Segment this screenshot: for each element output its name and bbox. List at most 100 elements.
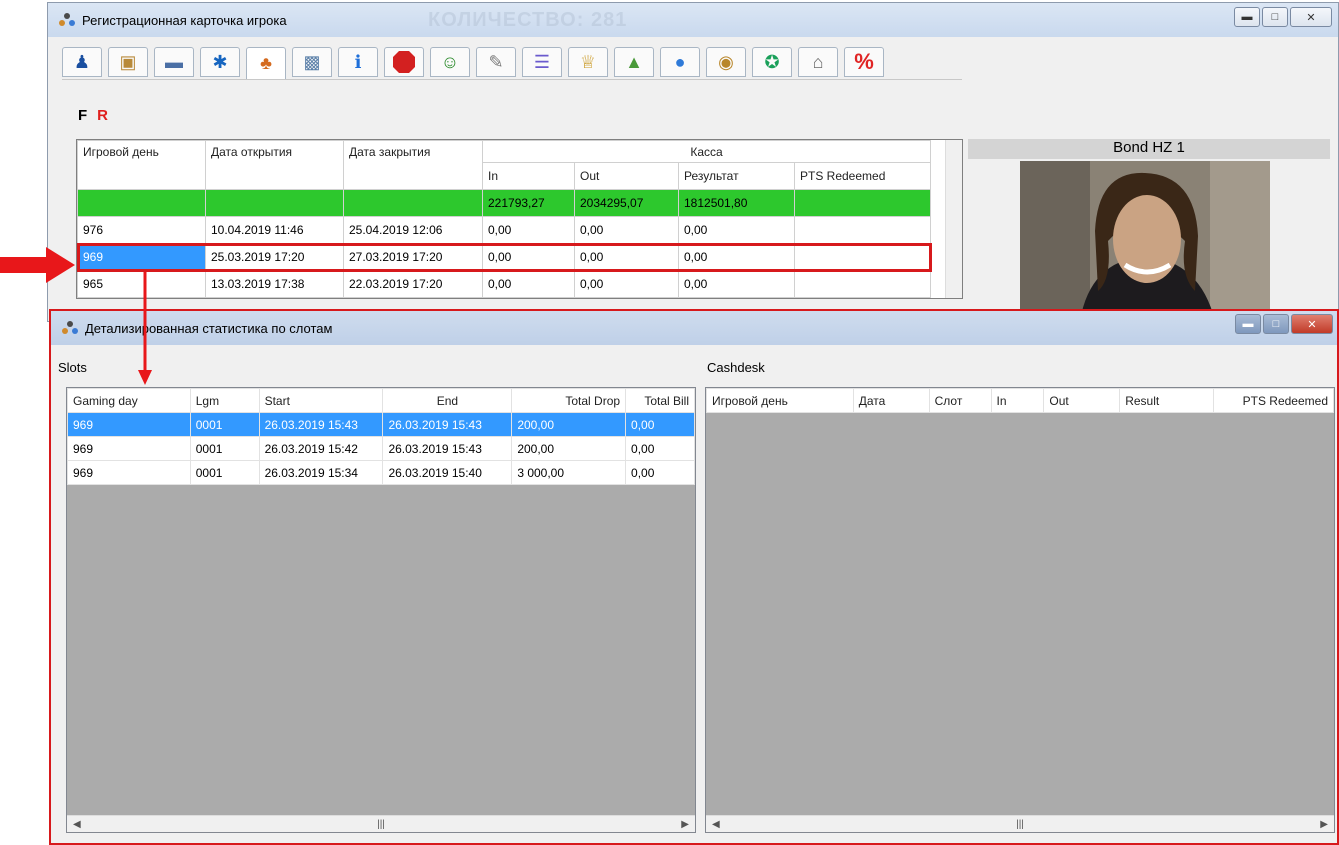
cell-result[interactable]: 0,00	[678, 216, 795, 244]
cell-in[interactable]: 0,00	[482, 243, 575, 271]
cell-out[interactable]: 0,00	[574, 243, 679, 271]
scroll-left-icon[interactable]: ◀	[73, 819, 81, 830]
cell-start[interactable]: 26.03.2019 15:34	[258, 460, 384, 485]
cell-open[interactable]: 25.03.2019 17:20	[205, 243, 344, 271]
cell-gaming-day[interactable]: 969	[67, 460, 191, 485]
cell-total-drop[interactable]: 200,00	[511, 412, 627, 437]
cell-out[interactable]: 0,00	[574, 270, 679, 298]
tab-chat[interactable]: ●	[660, 47, 700, 77]
cell-pts[interactable]	[794, 270, 931, 298]
tab-card[interactable]: ▣	[108, 47, 148, 77]
tab-payment[interactable]: ▬	[154, 47, 194, 77]
cell-open[interactable]: 10.04.2019 11:46	[205, 216, 344, 244]
title-bar[interactable]: Детализированная статистика по слотам ▬ …	[51, 311, 1337, 345]
table-row[interactable]: 969 0001 26.03.2019 15:34 26.03.2019 15:…	[67, 460, 695, 485]
header-gaming-day[interactable]: Gaming day	[67, 388, 191, 413]
cell-end[interactable]: 26.03.2019 15:43	[382, 436, 513, 461]
header-slot[interactable]: Слот	[928, 388, 992, 413]
tab-pen[interactable]: ✎	[476, 47, 516, 77]
header-total-bill[interactable]: Total Bill	[625, 388, 695, 413]
scroll-left-icon[interactable]: ◀	[712, 819, 720, 830]
tab-trophy[interactable]: ♕	[568, 47, 608, 77]
header-end[interactable]: End	[382, 388, 513, 413]
cell-pts[interactable]	[794, 243, 931, 271]
cell-open[interactable]: 13.03.2019 17:38	[205, 270, 344, 298]
tab-info[interactable]: ℹ	[338, 47, 378, 77]
header-in[interactable]: In	[482, 162, 575, 190]
header-out[interactable]: Out	[1043, 388, 1121, 413]
cell-in[interactable]: 0,00	[482, 270, 575, 298]
tab-bank[interactable]: ⌂	[798, 47, 838, 77]
header-pts-redeemed[interactable]: PTS Redeemed	[1213, 388, 1334, 413]
table-row[interactable]: 976 10.04.2019 11:46 25.04.2019 12:06 0,…	[77, 216, 931, 244]
header-pts-redeemed[interactable]: PTS Redeemed	[794, 162, 931, 190]
tab-bluetooth[interactable]: ✱	[200, 47, 240, 77]
header-gaming-day[interactable]: Игровой день	[706, 388, 854, 413]
cell-pts[interactable]	[794, 216, 931, 244]
cell-total-bill[interactable]: 0,00	[625, 412, 695, 437]
filter-f-button[interactable]: F	[78, 107, 87, 124]
cell-day[interactable]: 976	[77, 216, 206, 244]
header-result[interactable]: Результат	[678, 162, 795, 190]
cell-result[interactable]: 0,00	[678, 270, 795, 298]
horizontal-scrollbar[interactable]: ◀ ||| ▶	[706, 815, 1334, 832]
scroll-right-icon[interactable]: ▶	[681, 819, 689, 830]
selected-table-row[interactable]: 969 25.03.2019 17:20 27.03.2019 17:20 0,…	[76, 242, 932, 272]
cell-end[interactable]: 26.03.2019 15:40	[382, 460, 513, 485]
filter-r-button[interactable]: R	[97, 107, 108, 124]
minimize-button[interactable]: ▬	[1235, 314, 1261, 334]
cell-total-bill[interactable]: 0,00	[625, 436, 695, 461]
cell-out[interactable]: 0,00	[574, 216, 679, 244]
scroll-thumb-grip-icon[interactable]: |||	[1016, 819, 1024, 830]
maximize-button[interactable]: □	[1263, 314, 1289, 334]
table-row[interactable]: 969 0001 26.03.2019 15:42 26.03.2019 15:…	[67, 436, 695, 461]
cell-day[interactable]: 969	[77, 243, 206, 271]
selected-table-row[interactable]: 969 0001 26.03.2019 15:43 26.03.2019 15:…	[67, 412, 695, 437]
cell-total-bill[interactable]: 0,00	[625, 460, 695, 485]
header-open-date[interactable]: Дата открытия	[205, 140, 344, 190]
table-row[interactable]: 965 13.03.2019 17:38 22.03.2019 17:20 0,…	[77, 270, 931, 298]
header-result[interactable]: Result	[1119, 388, 1215, 413]
header-close-date[interactable]: Дата закрытия	[343, 140, 483, 190]
cell-start[interactable]: 26.03.2019 15:42	[258, 436, 384, 461]
cell-gaming-day[interactable]: 969	[67, 412, 191, 437]
cell-close[interactable]: 22.03.2019 17:20	[343, 270, 483, 298]
cell-lgm[interactable]: 0001	[189, 412, 260, 437]
header-start[interactable]: Start	[258, 388, 384, 413]
cell-gaming-day[interactable]: 969	[67, 436, 191, 461]
cell-total-drop[interactable]: 3 000,00	[511, 460, 627, 485]
cell-lgm[interactable]: 0001	[189, 436, 260, 461]
tab-chart[interactable]: ▲	[614, 47, 654, 77]
tab-percent[interactable]: %	[844, 47, 884, 77]
header-gaming-day[interactable]: Игровой день	[77, 140, 206, 190]
scroll-thumb-grip-icon[interactable]: |||	[377, 819, 385, 830]
tab-photo[interactable]: ▩	[292, 47, 332, 77]
close-button[interactable]: ✕	[1290, 7, 1332, 27]
vertical-scrollbar[interactable]	[945, 140, 962, 298]
tab-stop[interactable]	[384, 47, 424, 77]
cell-lgm[interactable]: 0001	[189, 460, 260, 485]
close-button[interactable]: ✕	[1291, 314, 1333, 334]
tab-document[interactable]: ☰	[522, 47, 562, 77]
cell-result[interactable]: 0,00	[678, 243, 795, 271]
minimize-button[interactable]: ▬	[1234, 7, 1260, 27]
header-lgm[interactable]: Lgm	[189, 388, 260, 413]
cell-total-drop[interactable]: 200,00	[511, 436, 627, 461]
tab-cards[interactable]: ♣	[246, 47, 286, 79]
cell-close[interactable]: 27.03.2019 17:20	[343, 243, 483, 271]
title-bar[interactable]: Регистрационная карточка игрока КОЛИЧЕСТ…	[48, 3, 1338, 37]
cell-start[interactable]: 26.03.2019 15:43	[258, 412, 384, 437]
tab-coins[interactable]: ◉	[706, 47, 746, 77]
header-out[interactable]: Out	[574, 162, 679, 190]
header-total-drop[interactable]: Total Drop	[511, 388, 627, 413]
tab-player[interactable]: ♟	[62, 47, 102, 77]
header-date[interactable]: Дата	[852, 388, 930, 413]
tab-people[interactable]: ☺	[430, 47, 470, 77]
header-in[interactable]: In	[990, 388, 1045, 413]
scroll-right-icon[interactable]: ▶	[1320, 819, 1328, 830]
maximize-button[interactable]: □	[1262, 7, 1288, 27]
horizontal-scrollbar[interactable]: ◀ ||| ▶	[67, 815, 695, 832]
cell-in[interactable]: 0,00	[482, 216, 575, 244]
cell-close[interactable]: 25.04.2019 12:06	[343, 216, 483, 244]
cell-end[interactable]: 26.03.2019 15:43	[382, 412, 513, 437]
